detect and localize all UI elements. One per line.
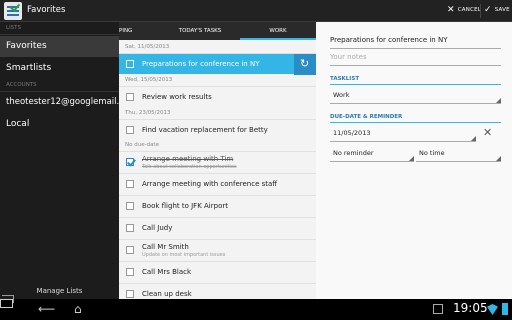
- task-note: Update on most important issues: [142, 252, 226, 258]
- save-label: SAVE: [494, 7, 510, 13]
- tab-shopping[interactable]: PING: [119, 22, 132, 40]
- task-checkbox[interactable]: [126, 180, 134, 188]
- task-title: Call Mrs Black: [142, 268, 192, 276]
- task-title: Arrange meeting with Tim: [142, 155, 234, 163]
- battery-icon: [502, 303, 508, 315]
- task-checkbox[interactable]: [126, 246, 134, 254]
- manage-lists-button[interactable]: Manage Lists: [0, 284, 119, 299]
- task-row[interactable]: Call Mr Smith Update on most important i…: [119, 239, 316, 260]
- task-title-field[interactable]: Preparations for conference in NY: [330, 36, 501, 49]
- system-bar: ⟵ ⌂ 19:05: [0, 299, 512, 320]
- sidebar-item-favorites[interactable]: Favorites: [0, 36, 119, 57]
- clock[interactable]: 19:05: [453, 301, 488, 315]
- back-icon[interactable]: ⟵: [38, 302, 55, 316]
- close-icon: ✕: [447, 5, 455, 15]
- task-title: Find vacation replacement for Betty: [142, 126, 268, 134]
- tasklist-spinner[interactable]: Work: [330, 91, 501, 104]
- divider: [0, 34, 119, 35]
- tab-bar: PING TODAY'S TASKS WORK: [119, 22, 316, 40]
- task-title: Call Mr Smith: [142, 243, 189, 251]
- task-row[interactable]: Book flight to JFK Airport: [119, 195, 316, 216]
- task-row[interactable]: Find vacation replacement for Betty: [119, 119, 316, 140]
- task-checkbox[interactable]: [126, 126, 134, 134]
- sidebar-item-local[interactable]: Local: [0, 114, 119, 135]
- task-title: Review work results: [142, 93, 212, 101]
- date-header: Thu, 23/05/2013: [125, 110, 171, 116]
- wifi-icon: [487, 304, 498, 315]
- tasklist-section-header: TASKLIST: [330, 76, 501, 85]
- action-bar: Favorites ✕ CANCEL ✓ SAVE: [0, 0, 512, 22]
- notification-image-icon[interactable]: [433, 304, 443, 314]
- task-title: Book flight to JFK Airport: [142, 202, 228, 210]
- due-date-spinner[interactable]: 11/05/2013: [330, 129, 476, 142]
- task-checkbox[interactable]: [126, 224, 134, 232]
- clear-date-icon[interactable]: ✕: [483, 126, 492, 139]
- task-checkbox[interactable]: [126, 268, 134, 276]
- task-title: Preparations for conference in NY: [142, 60, 260, 68]
- sidebar: LISTS Favorites Smartlists ACCOUNTS theo…: [0, 22, 119, 299]
- task-checkbox-checked[interactable]: [126, 158, 134, 166]
- lists-header: LISTS: [6, 25, 22, 31]
- reminder-spinner[interactable]: No reminder: [330, 149, 414, 162]
- task-note: Talk about collaboration opportunities: [142, 164, 237, 170]
- task-checkbox[interactable]: [126, 202, 134, 210]
- task-row-selected[interactable]: Preparations for conference in NY: [119, 53, 316, 75]
- task-row[interactable]: Clean up desk: [119, 283, 316, 299]
- task-detail-panel: Preparations for conference in NY Your n…: [316, 22, 512, 299]
- task-checkbox[interactable]: [126, 93, 134, 101]
- sync-icon[interactable]: [294, 54, 316, 75]
- cancel-label: CANCEL: [457, 7, 482, 13]
- accounts-header: ACCOUNTS: [6, 82, 37, 88]
- sidebar-item-account[interactable]: theotester12@googlemail....: [0, 92, 119, 113]
- app-logo-icon[interactable]: [4, 2, 22, 20]
- checkmark-icon: ✓: [484, 5, 492, 15]
- task-row[interactable]: Call Judy: [119, 217, 316, 238]
- save-button[interactable]: ✓ SAVE: [484, 5, 510, 15]
- tab-indicator: [240, 38, 316, 40]
- recent-apps-icon[interactable]: [0, 299, 13, 308]
- task-list-panel: PING TODAY'S TASKS WORK Sat, 11/05/2013 …: [119, 22, 316, 299]
- tab-todays-tasks[interactable]: TODAY'S TASKS: [160, 22, 240, 40]
- task-row[interactable]: Arrange meeting with conference staff: [119, 173, 316, 194]
- date-header: No due-date: [125, 142, 159, 148]
- task-title: Clean up desk: [142, 290, 192, 298]
- date-header: Sat, 11/05/2013: [125, 44, 170, 50]
- action-bar-title: Favorites: [27, 5, 66, 15]
- task-checkbox[interactable]: [126, 290, 134, 298]
- home-icon[interactable]: ⌂: [74, 302, 82, 316]
- sidebar-item-smartlists[interactable]: Smartlists: [0, 58, 119, 79]
- task-title: Arrange meeting with conference staff: [142, 180, 278, 188]
- cancel-button[interactable]: ✕ CANCEL: [447, 5, 482, 15]
- task-title: Call Judy: [142, 224, 173, 232]
- task-checkbox[interactable]: [126, 60, 134, 68]
- date-header: Wed, 15/05/2013: [125, 77, 173, 83]
- task-row-completed[interactable]: Arrange meeting with Tim Talk about coll…: [119, 151, 316, 172]
- notes-field[interactable]: Your notes: [330, 53, 501, 66]
- task-row[interactable]: Review work results: [119, 86, 316, 107]
- time-spinner[interactable]: No time: [416, 149, 501, 162]
- due-date-section-header: DUE-DATE & REMINDER: [330, 114, 501, 123]
- action-divider: [480, 4, 481, 18]
- task-row[interactable]: Call Mrs Black: [119, 261, 316, 282]
